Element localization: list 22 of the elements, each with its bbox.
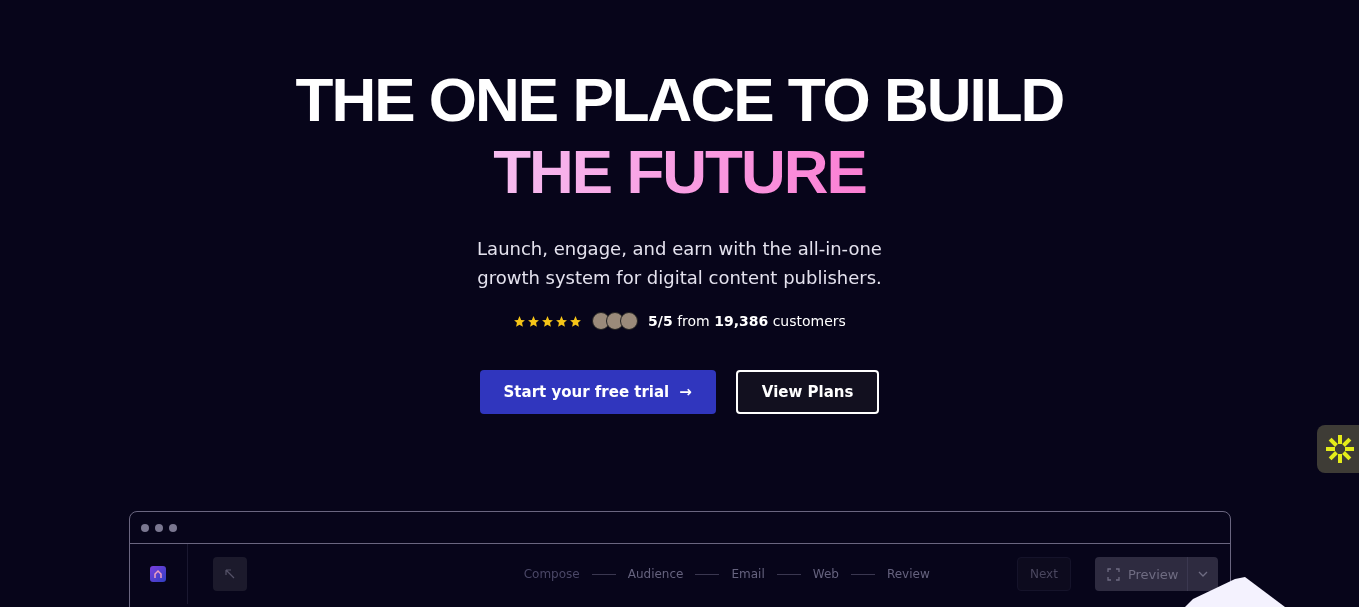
window-dot [140,523,149,532]
window-dot [168,523,177,532]
expand-icon [1106,567,1120,581]
arrow-icon [224,569,235,579]
hero-subtitle: Launch, engage, and earn with the all-in-one growth system for digital content publishers. [476,237,883,290]
window-dot [154,523,163,532]
trial-button[interactable]: Start your free trial → [479,370,716,414]
step-label[interactable]: Compose [523,567,580,581]
hero-title: THE ONE PLACE TO BUILD [295,64,1064,136]
step-label[interactable]: Email [731,567,765,581]
rating-text: 5/5 from 19,386 customers [648,313,846,329]
step-label[interactable]: Review [886,567,930,581]
plans-button[interactable]: View Plans [735,370,880,414]
step-label[interactable]: Audience [627,567,684,581]
asterisk-icon [1325,434,1355,464]
step-label[interactable]: Web [812,567,839,581]
avatar [620,312,639,330]
widget-button[interactable] [1317,425,1359,473]
logo-icon [150,566,166,582]
preview-button[interactable]: Preview [1094,557,1218,591]
caret-icon [1197,571,1208,577]
next-button[interactable]: Next [1016,557,1071,591]
